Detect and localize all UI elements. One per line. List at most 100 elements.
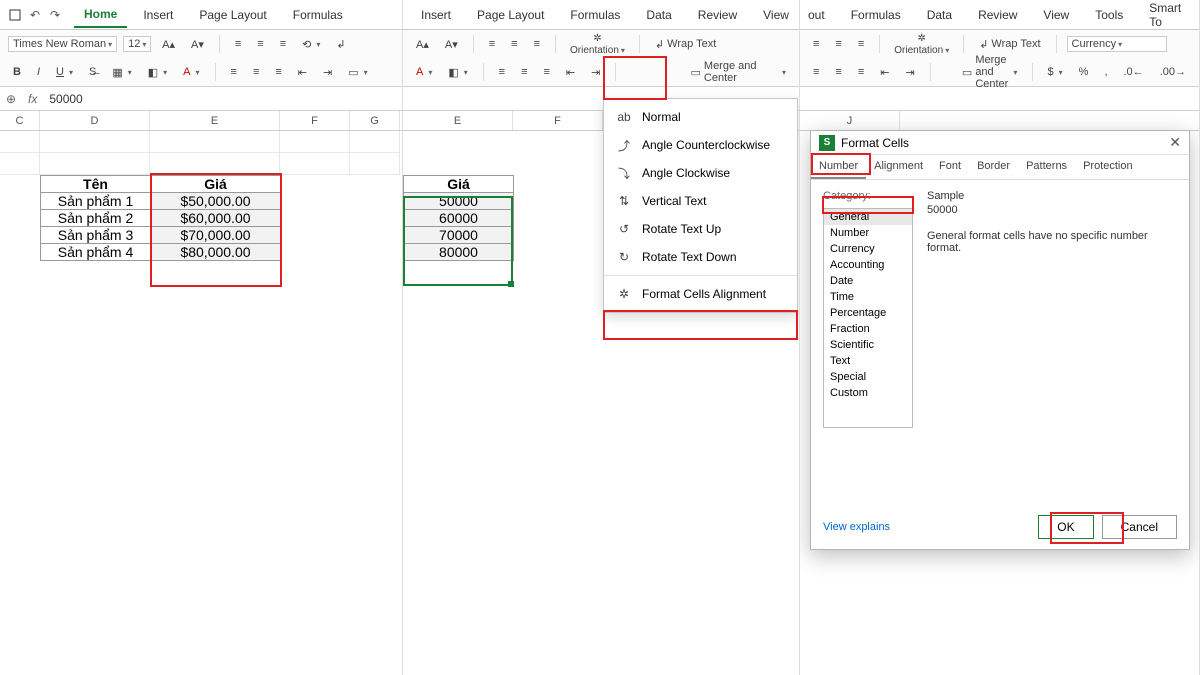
view-explains-link[interactable]: View explains [823, 521, 890, 533]
align-top-icon[interactable]: ≡ [484, 35, 500, 53]
borders-icon[interactable]: ▦ [107, 63, 136, 82]
decrease-font-icon[interactable]: A▾ [186, 35, 209, 54]
wrap-text-button[interactable]: ↲ Wrap Text [650, 35, 721, 54]
tab-page-layout[interactable]: Page Layout [189, 3, 276, 27]
tab-formulas[interactable]: Formulas [560, 3, 630, 27]
col-header-e[interactable]: E [150, 111, 280, 130]
col-header-f[interactable]: F [513, 111, 603, 130]
col-header-c[interactable]: C [0, 111, 40, 130]
menu-angle-ccw[interactable]: ⤴Angle Counterclockwise [604, 131, 797, 159]
tab-page-layout[interactable]: Page Layout [467, 3, 554, 27]
category-special[interactable]: Special [824, 369, 912, 385]
category-custom[interactable]: Custom [824, 385, 912, 401]
orientation-button[interactable]: ✲ Orientation [566, 33, 629, 56]
ok-button[interactable]: OK [1038, 515, 1093, 539]
align-left-icon[interactable]: ≡ [226, 63, 242, 81]
align-center-icon[interactable]: ≡ [516, 63, 532, 81]
category-general[interactable]: General [824, 209, 912, 225]
align-top-icon[interactable]: ≡ [808, 35, 824, 53]
category-percentage[interactable]: Percentage [824, 305, 912, 321]
orientation-button[interactable]: ✲ Orientation [890, 33, 953, 56]
tab-out[interactable]: out [808, 3, 835, 27]
align-left-icon[interactable]: ≡ [808, 63, 824, 81]
menu-angle-cw[interactable]: ⤵Angle Clockwise [604, 159, 797, 187]
redo-icon[interactable]: ↷ [48, 8, 62, 22]
number-format-select[interactable]: Currency [1067, 36, 1167, 52]
category-date[interactable]: Date [824, 273, 912, 289]
tab-review[interactable]: Review [968, 3, 1027, 27]
tab-home[interactable]: Home [74, 2, 127, 28]
tab-tools[interactable]: Tools [1085, 3, 1133, 27]
tab-smart-tools[interactable]: Smart To [1139, 0, 1199, 34]
menu-format-cells-alignment[interactable]: ✲Format Cells Alignment [604, 280, 797, 308]
dialog-tab-alignment[interactable]: Alignment [866, 155, 931, 179]
close-icon[interactable]: ✕ [1169, 134, 1181, 151]
category-number[interactable]: Number [824, 225, 912, 241]
strike-icon[interactable]: S̶ [84, 63, 101, 81]
increase-decimal-icon[interactable]: .00→ [1155, 63, 1191, 81]
dialog-tab-patterns[interactable]: Patterns [1018, 155, 1075, 179]
data-table[interactable]: Giá 50000 60000 70000 80000 [403, 175, 514, 261]
menu-rotate-down[interactable]: ↻Rotate Text Down [604, 243, 797, 271]
align-center-icon[interactable]: ≡ [830, 63, 846, 81]
fill-color-icon[interactable]: ◧ [443, 63, 472, 82]
category-fraction[interactable]: Fraction [824, 321, 912, 337]
merge-center-button[interactable]: ▭ Merge and Center [686, 57, 792, 87]
zoom-icon[interactable]: ⊕ [0, 92, 22, 106]
menu-vertical-text[interactable]: ⇅Vertical Text [604, 187, 797, 215]
category-text[interactable]: Text [824, 353, 912, 369]
underline-icon[interactable]: U [51, 63, 78, 81]
tab-view[interactable]: View [1033, 3, 1079, 27]
fill-color-icon[interactable]: ◧ [143, 63, 172, 82]
col-header-d[interactable]: D [40, 111, 150, 130]
merge-small-icon[interactable]: ▭ [343, 63, 372, 82]
category-currency[interactable]: Currency [824, 241, 912, 257]
align-center-icon[interactable]: ≡ [248, 63, 264, 81]
indent-inc-icon[interactable]: ⇥ [318, 63, 337, 82]
formula-value[interactable]: 50000 [43, 92, 88, 106]
bold-icon[interactable]: B [8, 63, 26, 81]
dialog-tab-number[interactable]: Number [811, 155, 866, 179]
font-name-select[interactable]: Times New Roman [8, 36, 117, 52]
tab-review[interactable]: Review [688, 3, 747, 27]
merge-center-button[interactable]: ▭ Merge and Center [957, 51, 1022, 93]
align-top-icon[interactable]: ≡ [230, 35, 246, 53]
indent-dec-icon[interactable]: ⇤ [875, 63, 894, 82]
spreadsheet-grid[interactable]: C D E F G TênGiá Sản phẩm 1$50,000.00 Sả… [0, 111, 402, 651]
tab-formulas[interactable]: Formulas [841, 3, 911, 27]
align-middle-icon[interactable]: ≡ [252, 35, 268, 53]
menu-normal[interactable]: abNormal [604, 103, 797, 131]
align-right-icon[interactable]: ≡ [270, 63, 286, 81]
dialog-tab-border[interactable]: Border [969, 155, 1018, 179]
dialog-tab-font[interactable]: Font [931, 155, 969, 179]
currency-icon[interactable]: $ [1043, 63, 1068, 81]
comma-icon[interactable]: , [1099, 63, 1112, 81]
font-color-icon[interactable]: A [178, 63, 204, 81]
decrease-decimal-icon[interactable]: .0← [1119, 63, 1149, 81]
fx-icon[interactable]: fx [22, 92, 43, 106]
data-table[interactable]: TênGiá Sản phẩm 1$50,000.00 Sản phẩm 2$6… [40, 175, 281, 261]
decrease-font-icon[interactable]: A▾ [440, 35, 463, 54]
indent-dec-icon[interactable]: ⇤ [561, 63, 580, 82]
align-bottom-icon[interactable]: ≡ [275, 35, 291, 53]
align-bottom-icon[interactable]: ≡ [529, 35, 545, 53]
indent-inc-icon[interactable]: ⇥ [900, 63, 919, 82]
cancel-button[interactable]: Cancel [1102, 515, 1177, 539]
align-middle-icon[interactable]: ≡ [506, 35, 522, 53]
col-header-g[interactable]: G [350, 111, 400, 130]
category-listbox[interactable]: General Number Currency Accounting Date … [823, 208, 913, 428]
font-color-icon[interactable]: A [411, 63, 437, 81]
tab-data[interactable]: Data [636, 3, 681, 27]
col-header-e[interactable]: E [403, 111, 513, 130]
undo-icon[interactable]: ↶ [28, 8, 42, 22]
align-right-icon[interactable]: ≡ [538, 63, 554, 81]
increase-font-icon[interactable]: A▴ [157, 35, 180, 54]
align-right-icon[interactable]: ≡ [853, 63, 869, 81]
tab-data[interactable]: Data [917, 3, 962, 27]
indent-inc-icon[interactable]: ⇥ [586, 63, 605, 82]
category-accounting[interactable]: Accounting [824, 257, 912, 273]
italic-icon[interactable]: I [32, 63, 45, 81]
percent-icon[interactable]: % [1074, 63, 1094, 81]
indent-dec-icon[interactable]: ⇤ [293, 63, 312, 82]
save-icon[interactable] [8, 8, 22, 22]
